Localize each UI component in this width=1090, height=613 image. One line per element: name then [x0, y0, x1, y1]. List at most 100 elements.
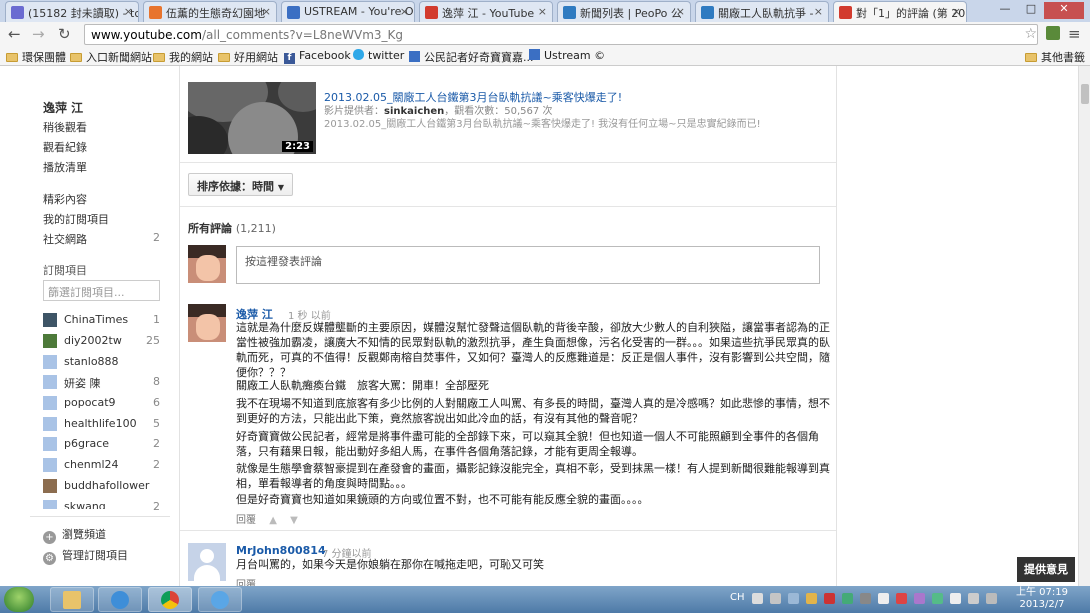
page-scrollbar[interactable]	[1078, 66, 1090, 586]
tray-icon[interactable]	[824, 593, 835, 604]
comment-avatar[interactable]	[188, 304, 226, 342]
bookmark-link[interactable]: 公民記者好奇寶寶嘉...	[409, 49, 534, 65]
sidebar-item-watch-later[interactable]: 稍後觀看	[43, 119, 87, 135]
close-tab-icon[interactable]: ×	[676, 5, 685, 18]
bookmark-link[interactable]: Ustream ©	[529, 49, 605, 62]
menu-icon[interactable]: ≡	[1068, 25, 1081, 43]
folder-icon	[1025, 53, 1037, 62]
page-content: 逸萍 江 稍後觀看 觀看紀錄 播放清單 精彩內容 我的訂閱項目 社交網路 2 訂…	[0, 66, 1078, 586]
tray-icon[interactable]	[950, 593, 961, 604]
comment-avatar[interactable]	[188, 543, 226, 581]
tray-icon[interactable]	[896, 593, 907, 604]
tray-icon[interactable]	[752, 593, 763, 604]
taskbar-chrome[interactable]	[148, 587, 192, 612]
address-bar[interactable]: www.youtube.com/all_comments?v=L8neWVm3_…	[84, 24, 1038, 45]
subscription-item[interactable]: 妍姿 陳	[43, 374, 163, 390]
system-clock[interactable]: 上午 07:19 2013/2/7	[1016, 587, 1068, 611]
close-tab-icon[interactable]: ×	[124, 5, 133, 18]
tray-icon[interactable]	[932, 593, 943, 604]
divider	[180, 206, 836, 207]
close-tab-icon[interactable]: ×	[814, 5, 823, 18]
close-tab-icon[interactable]: ×	[952, 5, 961, 18]
browser-tab-active[interactable]: 對「1」的評論 (第 20 ×	[833, 1, 967, 22]
divider	[180, 530, 836, 531]
reload-icon[interactable]: ↻	[58, 25, 71, 43]
input-language[interactable]: CH	[730, 592, 745, 603]
taskbar-ie[interactable]	[98, 587, 142, 612]
start-button-icon[interactable]	[4, 587, 34, 612]
browser-tab[interactable]: (15182 封未讀取) - tc ×	[5, 1, 139, 22]
extension-icon[interactable]	[1046, 26, 1060, 40]
bookmark-folder[interactable]: 好用網站	[218, 49, 278, 65]
channel-avatar	[43, 375, 57, 389]
tray-icon[interactable]	[788, 593, 799, 604]
subscription-item[interactable]: stanlo888	[43, 354, 163, 370]
browser-tab[interactable]: 逸萍 江 - YouTube ×	[419, 1, 553, 22]
close-tab-icon[interactable]: ×	[400, 5, 409, 18]
close-tab-icon[interactable]: ×	[262, 5, 271, 18]
bookmark-folder[interactable]: 其他書籤	[1025, 49, 1085, 65]
tray-icon[interactable]	[806, 593, 817, 604]
bookmark-folder[interactable]: 入口新聞網站	[70, 49, 152, 65]
subscription-item[interactable]: skwang	[43, 499, 163, 509]
video-thumbnail[interactable]: 2:23	[188, 82, 316, 154]
bookmark-folder[interactable]: 環保團體	[6, 49, 66, 65]
close-window-icon[interactable]: ✕	[1044, 2, 1084, 19]
taskbar-app[interactable]	[198, 587, 242, 612]
subscription-item[interactable]: healthlife100	[43, 416, 163, 432]
subscriptions-heading: 訂閱項目	[43, 264, 87, 277]
minimize-icon[interactable]: —	[992, 2, 1018, 19]
tray-icon[interactable]	[986, 593, 997, 604]
thumbs-up-icon[interactable]: ▲	[269, 515, 277, 526]
feedback-button[interactable]: 提供意見	[1017, 557, 1075, 582]
bookmark-folder[interactable]: 我的網站	[153, 49, 213, 65]
sidebar-item-playlists[interactable]: 播放清單	[43, 159, 87, 175]
browser-tab[interactable]: 伍薰的生態奇幻園地 ×	[143, 1, 277, 22]
sidebar-item-history[interactable]: 觀看紀錄	[43, 139, 87, 155]
subscription-item[interactable]: chenml24	[43, 457, 163, 473]
video-description: 2013.02.05_關廠工人台鐵第3月台臥軌抗議~乘客快爆走了! 我沒有任何立…	[324, 119, 761, 130]
tray-icon[interactable]	[914, 593, 925, 604]
back-arrow-icon[interactable]: ←	[8, 25, 21, 43]
tray-icon[interactable]	[968, 593, 979, 604]
browse-channels-link[interactable]: + 瀏覽頻道	[43, 526, 106, 544]
user-avatar	[188, 245, 226, 283]
channel-avatar	[43, 313, 57, 327]
tray-icon[interactable]	[770, 593, 781, 604]
scrollbar-thumb[interactable]	[1081, 84, 1089, 104]
comment-author-link[interactable]: MrJohn800814	[236, 544, 326, 557]
all-comments-heading: 所有評論 (1,211)	[188, 222, 276, 235]
bookmark-link[interactable]: f Facebook	[284, 49, 351, 64]
tray-icon[interactable]	[842, 593, 853, 604]
sidebar-item-highlights[interactable]: 精彩內容	[43, 191, 87, 207]
facebook-icon: f	[284, 53, 295, 64]
sidebar-item-my-subscriptions[interactable]: 我的訂閱項目	[43, 211, 109, 227]
browser-tab[interactable]: USTREAM - You're O ×	[281, 1, 415, 22]
reply-link[interactable]: 回覆	[236, 515, 256, 526]
subscription-item[interactable]: p6grace	[43, 436, 163, 452]
subscription-filter-input[interactable]: 篩選訂閱項目...	[43, 280, 160, 301]
thumbs-down-icon[interactable]: ▼	[290, 515, 298, 526]
close-tab-icon[interactable]: ×	[538, 5, 547, 18]
avatar-face	[196, 314, 220, 340]
subscription-item[interactable]: popocat9	[43, 395, 163, 411]
browser-tab[interactable]: 新聞列表 | PeoPo 公 ×	[557, 1, 691, 22]
subscription-item[interactable]: ChinaTimes	[43, 312, 163, 328]
subscription-count: 5	[153, 417, 160, 430]
comment-input[interactable]: 按這裡發表評論	[236, 246, 820, 284]
subscription-item[interactable]: diy2002tw	[43, 333, 163, 349]
channel-avatar	[43, 479, 57, 493]
bookmark-link[interactable]: twitter	[353, 49, 404, 62]
sort-dropdown-button[interactable]: 排序依據：時間 ▼	[188, 173, 293, 196]
tray-icon[interactable]	[878, 593, 889, 604]
tray-icon[interactable]	[860, 593, 871, 604]
taskbar-explorer[interactable]	[50, 587, 94, 612]
sidebar-item-social[interactable]: 社交網路	[43, 231, 87, 247]
sidebar-user-name[interactable]: 逸萍 江	[43, 99, 83, 116]
maximize-icon[interactable]: □	[1018, 2, 1044, 19]
subscription-item[interactable]: buddhafollower	[43, 478, 163, 494]
manage-subscriptions-link[interactable]: ⚙ 管理訂閱項目	[43, 547, 128, 565]
forward-arrow-icon[interactable]: →	[32, 25, 45, 43]
bookmark-star-icon[interactable]: ☆	[1024, 26, 1037, 42]
browser-tab[interactable]: 關廠工人臥軌抗爭 - ×	[695, 1, 829, 22]
